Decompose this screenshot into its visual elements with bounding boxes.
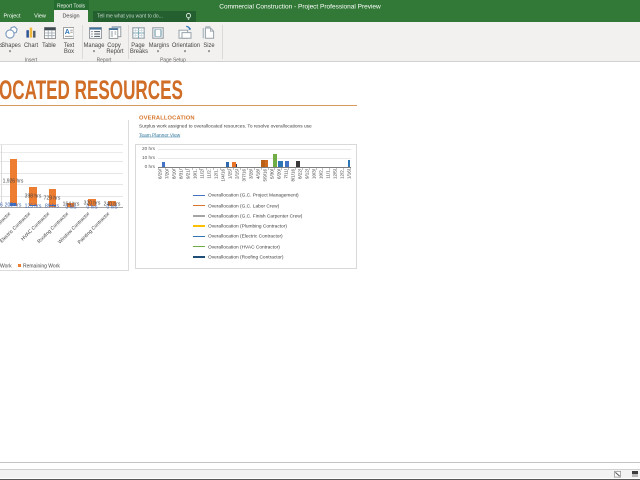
svg-text:A: A [64,29,69,36]
